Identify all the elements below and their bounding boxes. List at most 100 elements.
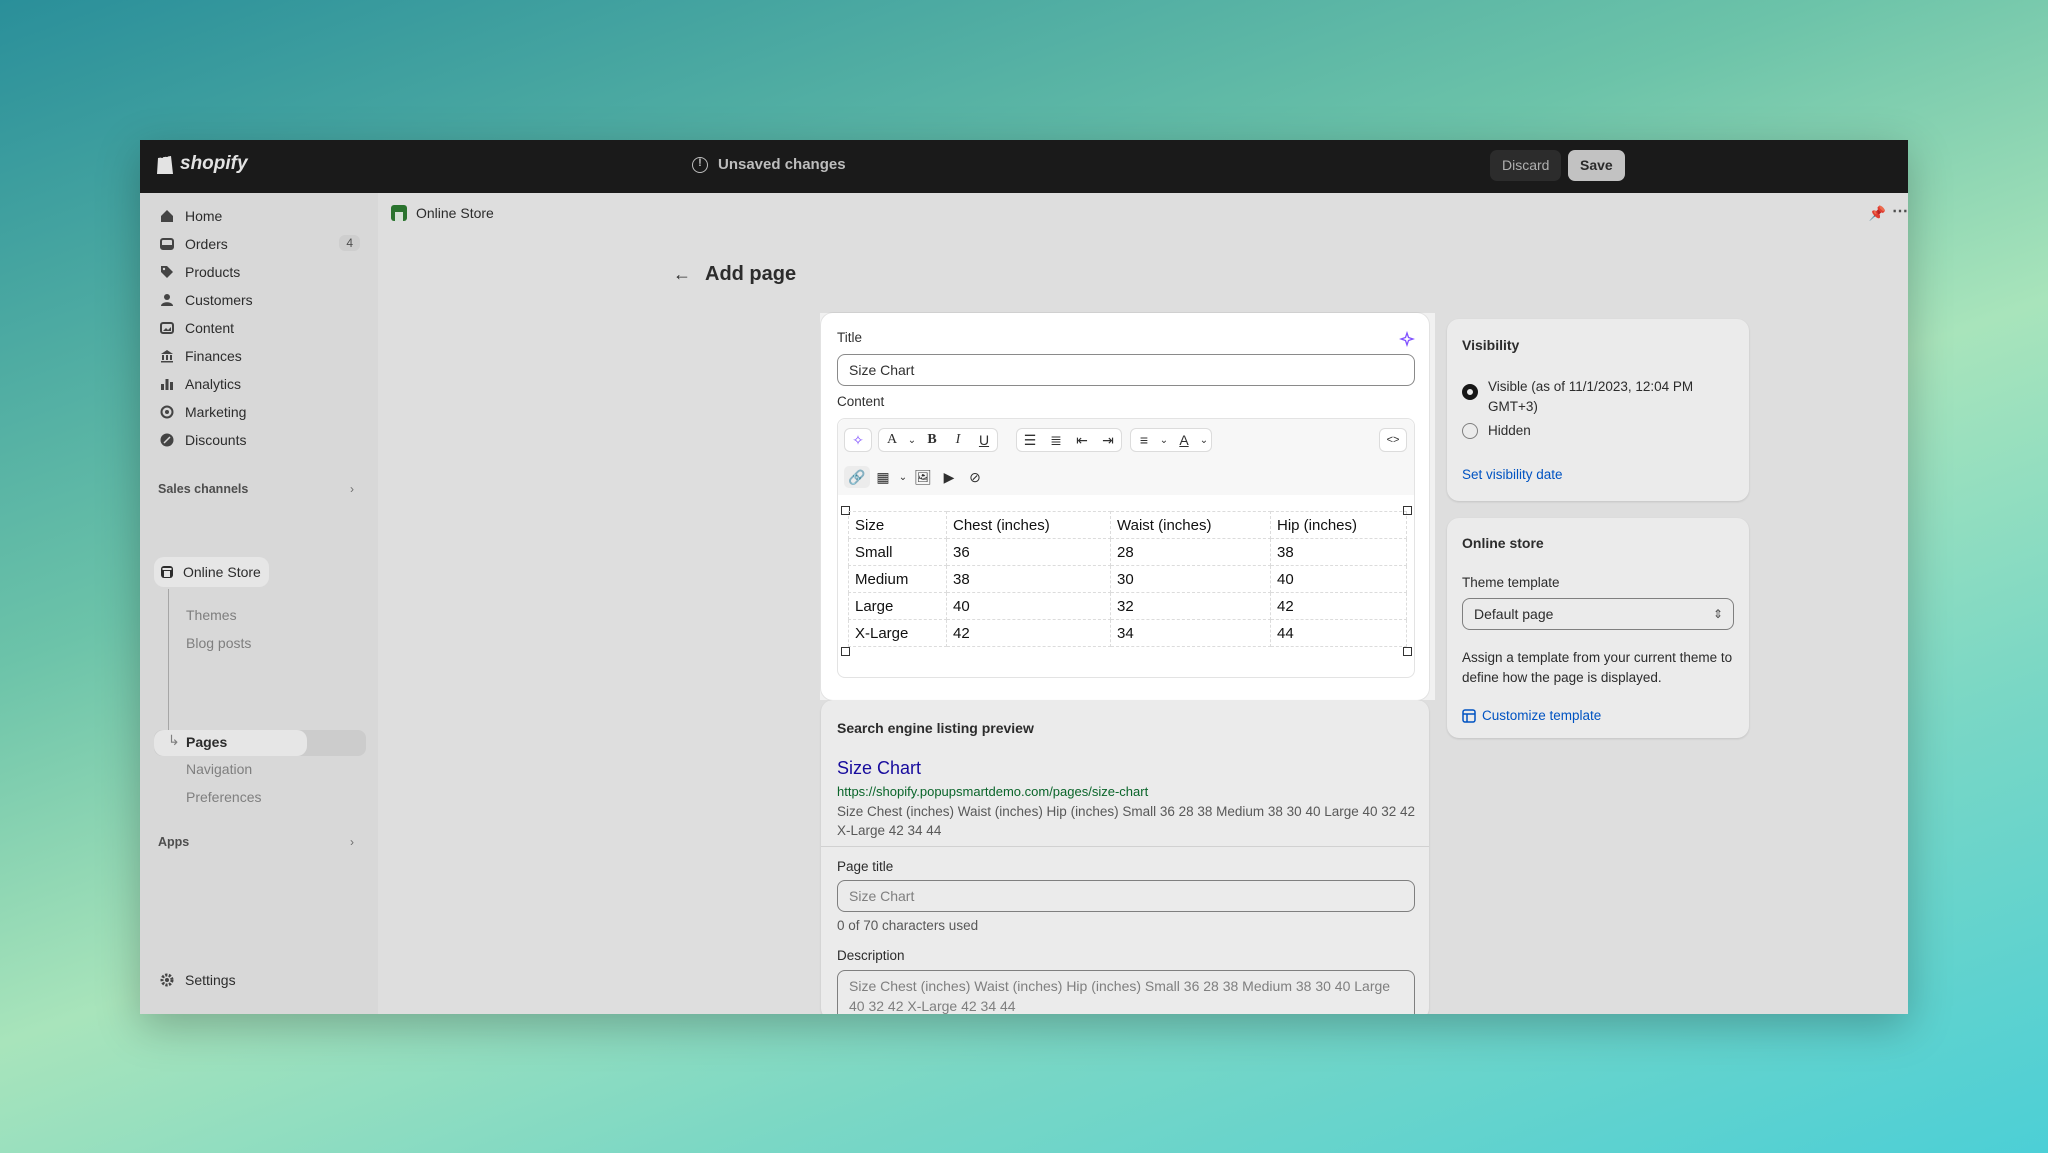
font-style-icon[interactable]: A (879, 429, 905, 451)
rich-text-editor[interactable]: ✧ A ⌄ B I U ☰ ≣ ⇤ ⇥ ≡ ⌄ A ⌄ <> 🔗 ▦ ⌄ 🖼 ▶… (837, 418, 1415, 678)
image-icon[interactable]: 🖼 (910, 466, 936, 488)
sidebar-subitem-navigation[interactable]: Navigation (186, 761, 252, 777)
customize-template-link[interactable]: Customize template (1462, 708, 1601, 723)
sidebar-item-orders[interactable]: Orders 4 (152, 231, 366, 257)
table-row: Large 40 32 42 (848, 592, 1407, 620)
visible-radio[interactable] (1462, 384, 1478, 400)
unsaved-text: Unsaved changes (718, 156, 846, 173)
title-input[interactable]: Size Chart (837, 354, 1415, 386)
outdent-icon[interactable]: ⇤ (1069, 429, 1095, 451)
pin-icon[interactable]: 📌 (1869, 205, 1886, 222)
chevron-down-icon[interactable]: ⌄ (1157, 435, 1171, 446)
table-cell[interactable]: Waist (inches) (1110, 511, 1271, 539)
chevron-right-icon[interactable]: › (350, 482, 354, 496)
resize-handle[interactable] (1403, 647, 1412, 656)
table-cell[interactable]: 30 (1110, 565, 1271, 593)
sidebar-item-discounts[interactable]: Discounts (152, 427, 366, 453)
table-cell[interactable]: 40 (1270, 565, 1407, 593)
code-view-icon[interactable]: <> (1380, 429, 1406, 451)
table-icon[interactable]: ▦ (870, 466, 896, 488)
discard-button[interactable]: Discard (1490, 150, 1562, 181)
page-title-input[interactable]: Size Chart (837, 880, 1415, 912)
breadcrumb[interactable]: Online Store (391, 205, 494, 221)
table-cell[interactable]: Medium (848, 565, 947, 593)
sidebar-item-content[interactable]: Content (152, 315, 366, 341)
align-left-icon[interactable]: ≡ (1131, 429, 1157, 451)
sidebar-item-products[interactable]: Products (152, 259, 366, 285)
sidebar-item-home[interactable]: Home (152, 203, 366, 229)
bold-icon[interactable]: B (919, 429, 945, 451)
shopify-bag-icon (157, 153, 173, 174)
table-cell[interactable]: 42 (1270, 592, 1407, 620)
video-icon[interactable]: ▶ (936, 466, 962, 488)
sidebar-item-customers[interactable]: Customers (152, 287, 366, 313)
sidebar-item-marketing[interactable]: Marketing (152, 399, 366, 425)
orders-count-badge: 4 (339, 235, 360, 251)
logo-text: shopify (180, 153, 248, 174)
table-cell[interactable]: 36 (946, 538, 1111, 566)
back-arrow-icon[interactable]: ← (673, 264, 691, 285)
link-icon[interactable]: 🔗 (844, 466, 870, 488)
table-cell[interactable]: Hip (inches) (1270, 511, 1407, 539)
hidden-radio[interactable] (1462, 423, 1478, 439)
sidebar-subitem-blog-posts[interactable]: Blog posts (186, 635, 251, 651)
ai-sparkle-icon[interactable] (1399, 331, 1415, 347)
apps-heading[interactable]: Apps (158, 835, 189, 849)
sidebar-item-online-store[interactable]: Online Store (154, 557, 269, 587)
table-cell[interactable]: Large (848, 592, 947, 620)
page-heading: ← Add page (673, 263, 796, 286)
table-cell[interactable]: 34 (1110, 619, 1271, 647)
save-button[interactable]: Save (1568, 150, 1625, 181)
underline-icon[interactable]: U (971, 429, 997, 451)
sales-channels-heading[interactable]: Sales channels (158, 482, 248, 496)
table-cell[interactable]: 38 (946, 565, 1111, 593)
sidebar-item-label: Customers (185, 292, 253, 308)
bullet-list-icon[interactable]: ☰ (1017, 429, 1043, 451)
description-label: Description (837, 948, 905, 963)
table-cell[interactable]: 38 (1270, 538, 1407, 566)
orders-icon (160, 238, 174, 250)
set-visibility-date-link[interactable]: Set visibility date (1462, 467, 1563, 482)
sidebar: Home Orders 4 Products Customers Content… (140, 193, 378, 1014)
italic-icon[interactable]: I (945, 429, 971, 451)
size-chart-table[interactable]: Size Chest (inches) Waist (inches) Hip (inc… (848, 511, 1407, 647)
table-cell[interactable]: 42 (946, 619, 1111, 647)
hidden-label[interactable]: Hidden (1488, 423, 1531, 438)
sidebar-item-label: Content (185, 320, 235, 336)
theme-template-select[interactable]: Default page ⇕ (1462, 598, 1734, 630)
chevron-down-icon[interactable]: ⌄ (1197, 435, 1211, 446)
table-cell[interactable]: Small (848, 538, 947, 566)
indent-icon[interactable]: ⇥ (1095, 429, 1121, 451)
chevron-down-icon[interactable]: ⌄ (905, 435, 919, 446)
chevron-down-icon[interactable]: ⌄ (896, 472, 910, 483)
table-cell[interactable]: 28 (1110, 538, 1271, 566)
sidebar-item-settings[interactable]: Settings (152, 967, 366, 993)
table-cell[interactable]: 40 (946, 592, 1111, 620)
table-cell[interactable]: Chest (inches) (946, 511, 1111, 539)
table-cell[interactable]: Size (848, 511, 947, 539)
clear-format-icon[interactable]: ⊘ (962, 466, 988, 488)
table-cell[interactable]: 32 (1110, 592, 1271, 620)
description-textarea[interactable]: Size Chest (inches) Waist (inches) Hip (… (837, 970, 1415, 1014)
table-cell[interactable]: X-Large (848, 619, 947, 647)
list-group: ☰ ≣ ⇤ ⇥ (1016, 428, 1122, 452)
ai-sparkle-icon[interactable]: ✧ (845, 429, 871, 451)
visible-label[interactable]: Visible (as of 11/1/2023, 12:04 PM GMT+3… (1488, 377, 1728, 417)
table-cell[interactable]: 44 (1270, 619, 1407, 647)
text-color-icon[interactable]: A (1171, 429, 1197, 451)
numbered-list-icon[interactable]: ≣ (1043, 429, 1069, 451)
sidebar-subitem-pages[interactable]: ↳ Pages (154, 730, 307, 756)
ai-group: ✧ (844, 428, 872, 452)
title-content-card: Title Size Chart Content ✧ A ⌄ B I U ☰ ≣… (821, 313, 1429, 700)
visibility-heading: Visibility (1462, 337, 1520, 353)
more-icon[interactable]: ⋯ (1892, 201, 1908, 221)
content-label: Content (837, 394, 885, 409)
sidebar-item-finances[interactable]: Finances (152, 343, 366, 369)
resize-handle[interactable] (841, 647, 850, 656)
sidebar-subitem-preferences[interactable]: Preferences (186, 789, 261, 805)
shopify-logo[interactable]: shopify (155, 152, 248, 176)
sidebar-subitem-themes[interactable]: Themes (186, 607, 237, 623)
title-label: Title (837, 330, 863, 345)
sidebar-item-analytics[interactable]: Analytics (152, 371, 366, 397)
chevron-right-icon[interactable]: › (350, 835, 354, 849)
